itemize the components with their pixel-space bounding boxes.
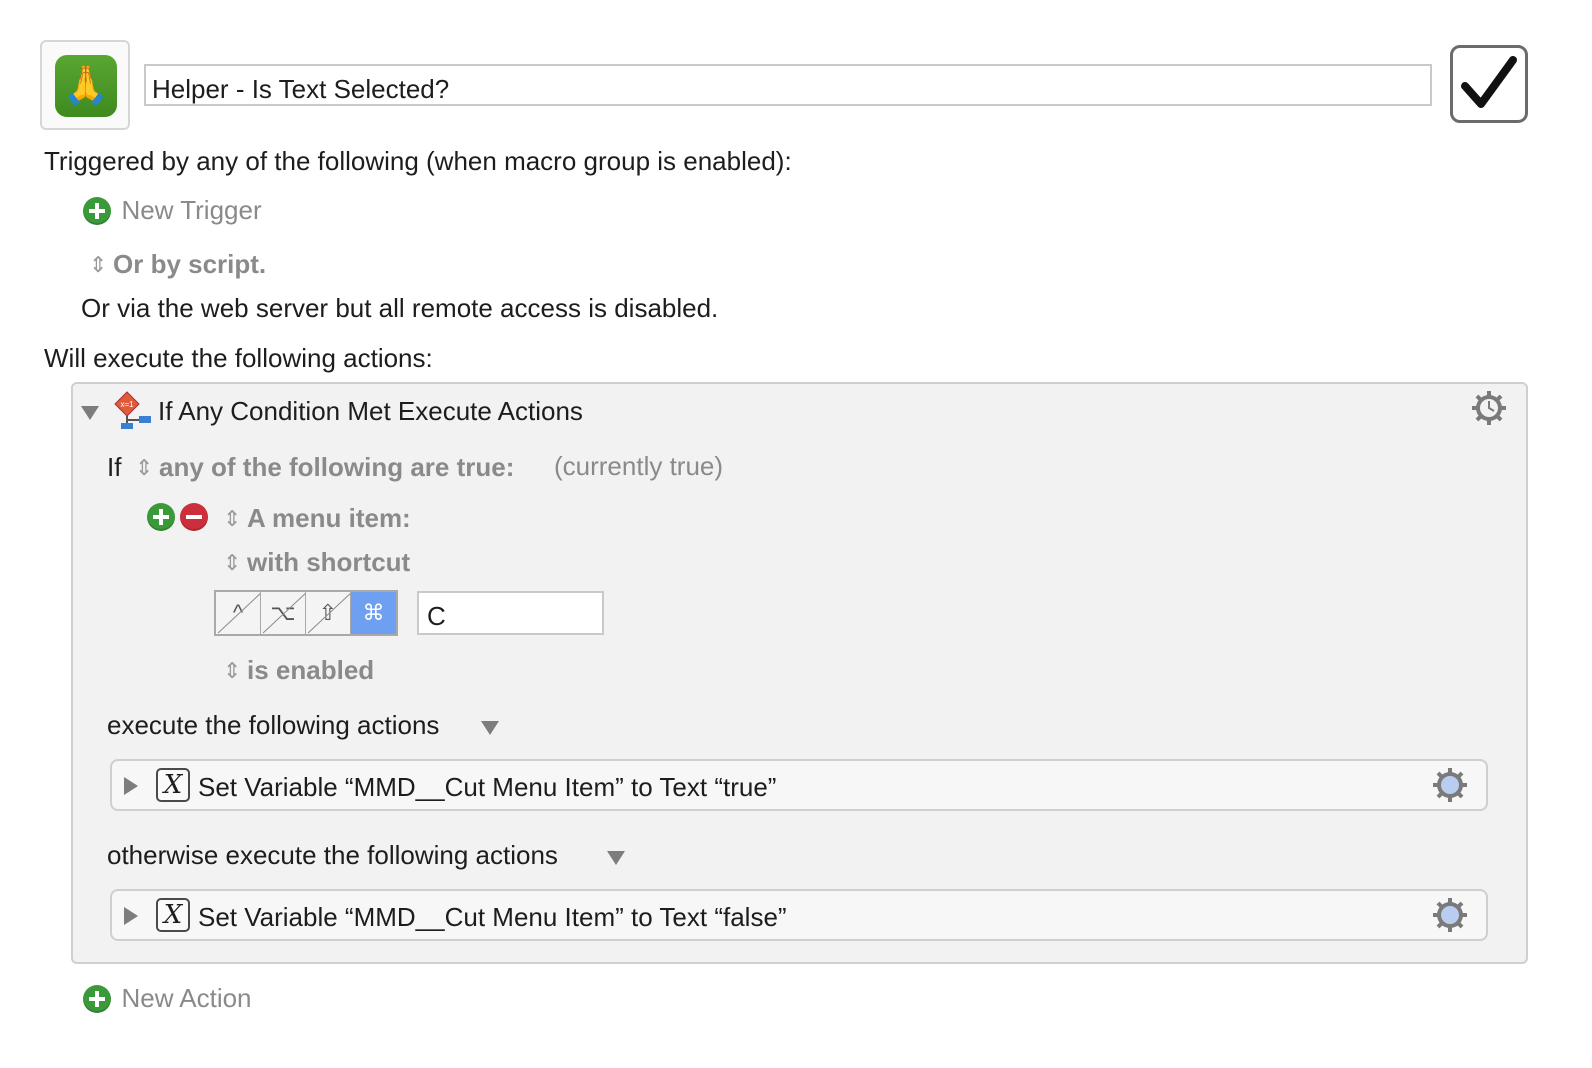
web-server-note: Or via the web server but all remote acc… (81, 293, 719, 323)
condition-mode-label: any of the following are true: (159, 452, 515, 482)
condition-match-popup[interactable]: ⇕ with shortcut (223, 547, 410, 578)
if-label: If (107, 452, 122, 482)
expand-triangle-icon[interactable] (124, 777, 138, 795)
condition-status: (currently true) (554, 451, 724, 481)
remove-icon (180, 503, 208, 531)
gear-icon[interactable] (1432, 767, 1468, 803)
up-down-chevron-icon: ⇕ (223, 658, 242, 683)
add-condition-button[interactable] (147, 503, 175, 531)
macro-enabled-checkbox[interactable] (1450, 45, 1528, 123)
new-action-button[interactable]: New Action (83, 983, 252, 1014)
collapse-triangle-icon[interactable] (81, 406, 99, 420)
command-modifier-key[interactable]: ⌘ (351, 592, 396, 634)
checkmark-icon (1461, 56, 1517, 108)
or-by-script-popup[interactable]: ⇕ Or by script. (89, 249, 266, 280)
else-menu-triangle-icon[interactable] (607, 851, 625, 865)
add-icon (147, 503, 175, 531)
add-icon (83, 984, 111, 1013)
then-action-title: Set Variable “MMD__Cut Menu Item” to Tex… (198, 772, 777, 802)
macro-icon-well[interactable]: 🙏 (40, 40, 130, 130)
up-down-chevron-icon: ⇕ (223, 506, 242, 531)
then-label: execute the following actions (107, 710, 440, 740)
condition-state-popup[interactable]: ⇕ is enabled (223, 655, 374, 686)
add-icon (83, 196, 111, 225)
condition-state-label: is enabled (247, 655, 375, 685)
else-action-title: Set Variable “MMD__Cut Menu Item” to Tex… (198, 902, 787, 932)
remove-condition-button[interactable] (180, 503, 208, 531)
shortcut-key-field[interactable]: C (417, 591, 604, 635)
else-set-variable-action[interactable]: 𝑋 Set Variable “MMD__Cut Menu Item” to T… (110, 889, 1488, 941)
if-action-block[interactable]: x=1 If Any Condition Met Execute Actions… (71, 382, 1528, 964)
macro-name-field[interactable]: Helper - Is Text Selected? (144, 64, 1432, 106)
variable-x-icon: 𝑋 (156, 898, 190, 932)
condition-match-label: with shortcut (247, 547, 411, 577)
actions-heading: Will execute the following actions: (44, 343, 433, 373)
new-trigger-button[interactable]: New Trigger (83, 195, 262, 226)
triggers-heading: Triggered by any of the following (when … (44, 146, 792, 176)
condition-type-label: A menu item: (247, 503, 411, 533)
shift-modifier-key[interactable]: ⇧ (306, 592, 351, 634)
new-action-label: New Action (121, 983, 252, 1013)
or-by-script-label: Or by script. (113, 249, 267, 279)
up-down-chevron-icon: ⇕ (223, 550, 242, 575)
modifier-keys-control[interactable]: ^ ⌥ ⇧ ⌘ (214, 590, 398, 636)
option-modifier-key[interactable]: ⌥ (261, 592, 306, 634)
up-down-chevron-icon: ⇕ (89, 252, 108, 277)
else-label: otherwise execute the following actions (107, 840, 558, 870)
command-glyph: ⌘ (362, 600, 385, 625)
new-trigger-label: New Trigger (121, 195, 262, 225)
condition-mode-popup[interactable]: ⇕ any of the following are true: (135, 452, 514, 483)
praying-hands-icon: 🙏 (55, 55, 117, 117)
gear-icon[interactable] (1432, 897, 1468, 933)
expand-triangle-icon[interactable] (124, 907, 138, 925)
gear-clock-icon[interactable] (1471, 390, 1507, 426)
control-modifier-key[interactable]: ^ (216, 592, 261, 634)
variable-x-icon: 𝑋 (156, 768, 190, 802)
up-down-chevron-icon: ⇕ (135, 455, 154, 480)
if-then-else-icon: x=1 (114, 391, 151, 429)
then-menu-triangle-icon[interactable] (481, 721, 499, 735)
then-set-variable-action[interactable]: 𝑋 Set Variable “MMD__Cut Menu Item” to T… (110, 759, 1488, 811)
condition-type-popup[interactable]: ⇕ A menu item: (223, 503, 411, 534)
svg-text:x=1: x=1 (120, 400, 134, 409)
if-action-title: If Any Condition Met Execute Actions (158, 396, 583, 426)
